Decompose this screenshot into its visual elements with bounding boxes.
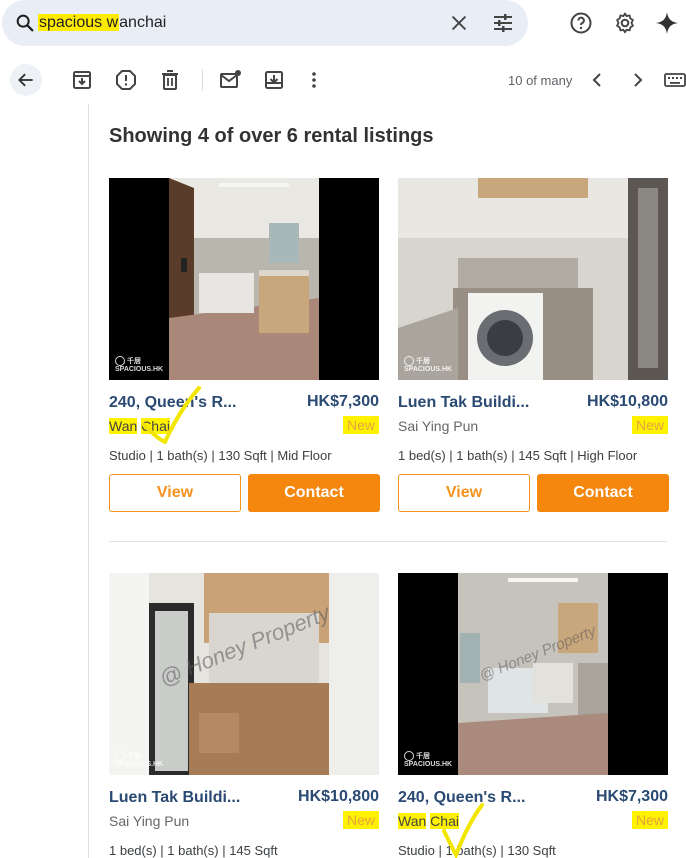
- listing-price: HK$7,300: [306, 393, 379, 410]
- mark-unread-icon[interactable]: [218, 68, 242, 92]
- panel-divider: [88, 104, 89, 858]
- spacious-watermark: 千居 SPACIOUS.HK: [115, 356, 164, 373]
- search-query-rest: anchai: [119, 14, 167, 31]
- listing-price: HK$10,800: [587, 393, 668, 410]
- listing-specs: 1 bed(s) | 1 bath(s) | 145 Sqft | High F…: [398, 448, 638, 463]
- checkmark-annotation: [442, 803, 484, 858]
- pager-count: 10 of many: [508, 73, 573, 88]
- sparkle-icon[interactable]: [655, 11, 679, 35]
- view-button[interactable]: View: [398, 474, 530, 512]
- toolbar-divider: [202, 69, 203, 91]
- spacious-watermark: 千居 SPACIOUS.HK: [404, 751, 453, 768]
- delete-icon[interactable]: [158, 68, 182, 92]
- listing-title[interactable]: Luen Tak Buildi...: [109, 789, 240, 807]
- archive-icon[interactable]: [70, 68, 94, 92]
- listing-district: Sai Ying Pun: [398, 418, 479, 434]
- search-bar[interactable]: spacious wanchai: [2, 0, 528, 46]
- gear-icon[interactable]: [613, 11, 637, 35]
- listing-specs: 1 bed(s) | 1 bath(s) | 145 Sqft: [109, 843, 278, 858]
- room-photo-image: [109, 178, 379, 380]
- room-photo-image: [109, 573, 379, 775]
- checkmark-annotation: [141, 386, 201, 444]
- contact-button[interactable]: Contact: [537, 474, 669, 512]
- view-button[interactable]: View: [109, 474, 241, 512]
- chevron-right-icon[interactable]: [625, 68, 649, 92]
- more-vert-icon[interactable]: [302, 68, 326, 92]
- new-badge: New: [342, 811, 379, 829]
- new-badge: New: [631, 811, 668, 829]
- listing-price: HK$10,800: [298, 788, 379, 805]
- room-photo-image: [398, 178, 668, 380]
- search-input[interactable]: spacious wanchai: [38, 12, 166, 34]
- listing-title[interactable]: Luen Tak Buildi...: [398, 394, 529, 412]
- search-query-highlight: spacious w: [38, 14, 120, 31]
- tune-icon[interactable]: [491, 11, 515, 35]
- arrow-left-icon: [18, 73, 33, 87]
- contact-button[interactable]: Contact: [248, 474, 380, 512]
- page-title: Showing 4 of over 6 rental listings: [109, 125, 434, 147]
- report-spam-icon[interactable]: [114, 68, 138, 92]
- chevron-left-icon[interactable]: [586, 68, 610, 92]
- keyboard-icon[interactable]: [663, 68, 686, 92]
- room-photo-image: [398, 573, 668, 775]
- listing-photo[interactable]: 千居 SPACIOUS.HK: [109, 178, 379, 380]
- search-icon[interactable]: [14, 12, 36, 34]
- listing-photo[interactable]: @ Honey Property 千居 SPACIOUS.HK: [109, 573, 379, 775]
- back-button[interactable]: [10, 64, 42, 96]
- new-badge: New: [342, 416, 379, 434]
- listing-district: Sai Ying Pun: [109, 813, 190, 829]
- top-bar: spacious wanchai: [0, 0, 686, 48]
- help-icon[interactable]: [569, 11, 593, 35]
- new-badge: New: [631, 416, 668, 434]
- close-icon[interactable]: [448, 12, 470, 34]
- row-divider: [109, 541, 667, 542]
- spacious-watermark: 千居 SPACIOUS.HK: [115, 751, 164, 768]
- listing-photo[interactable]: @ Honey Property 千居 SPACIOUS.HK: [398, 573, 668, 775]
- listing-specs: Studio | 1 bath(s) | 130 Sqft | Mid Floo…: [109, 448, 332, 463]
- spacious-watermark: 千居 SPACIOUS.HK: [404, 356, 453, 373]
- toolbar: 10 of many: [0, 56, 686, 104]
- listing-price: HK$7,300: [595, 788, 668, 805]
- snooze-icon[interactable]: [262, 68, 286, 92]
- listing-photo[interactable]: 千居 SPACIOUS.HK: [398, 178, 668, 380]
